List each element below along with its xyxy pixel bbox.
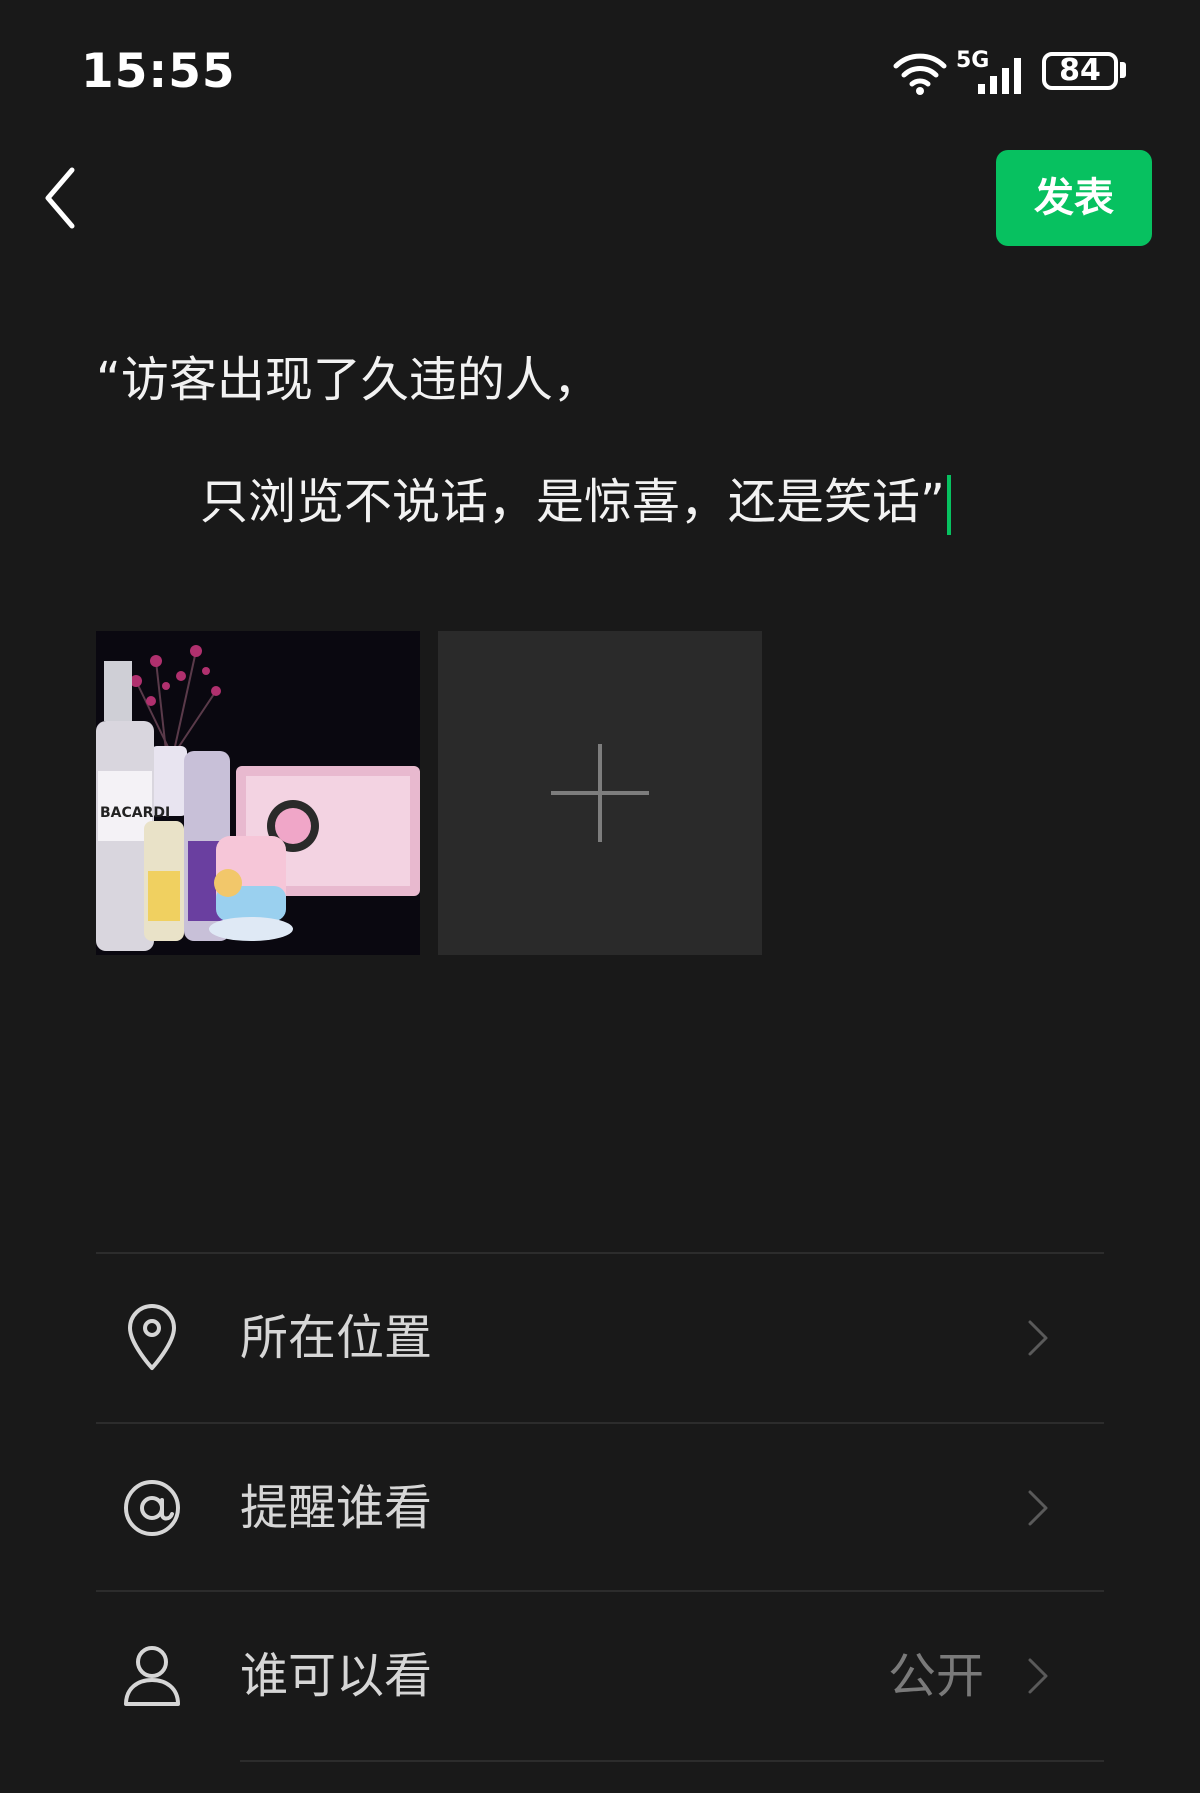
battery-tip [1120, 62, 1126, 78]
wifi-icon [893, 53, 947, 95]
option-label: 所在位置 [240, 1310, 433, 1366]
chevron-left-icon [45, 167, 75, 229]
publish-button[interactable]: 发表 [996, 150, 1152, 246]
chevron-right-icon [1028, 1658, 1048, 1694]
option-visibility[interactable]: 谁可以看 公开 [96, 1592, 1104, 1760]
option-label: 谁可以看 [240, 1648, 433, 1704]
bottle-label: BACARDI [100, 805, 170, 821]
at-sign-icon [124, 1480, 180, 1536]
post-text-line: 只浏览不说话，是惊喜，还是笑话” [200, 474, 945, 530]
status-time: 15:55 [81, 44, 236, 99]
chevron-right-icon [1028, 1490, 1048, 1526]
post-text-line-wrap: 只浏览不说话，是惊喜，还是笑话” [200, 462, 951, 535]
post-text-line: “访客出现了久违的人， [96, 352, 601, 408]
chevron-right-icon [1028, 1320, 1048, 1356]
photo-thumbnail-image: BACARDI [96, 631, 420, 955]
option-location[interactable]: 所在位置 [96, 1254, 1104, 1422]
photo-thumbnail[interactable]: BACARDI [96, 631, 420, 955]
text-cursor [946, 475, 951, 535]
person-icon [124, 1646, 180, 1706]
option-value: 公开 [887, 1648, 984, 1704]
back-button[interactable] [32, 160, 88, 236]
location-pin-icon [128, 1304, 176, 1370]
option-label: 提醒谁看 [240, 1480, 433, 1536]
option-mention[interactable]: 提醒谁看 [96, 1424, 1104, 1592]
battery-icon: 84 [1042, 52, 1118, 90]
cellular-signal-icon [978, 58, 1021, 94]
status-icons: 5G 84 [892, 48, 1132, 100]
add-photo-button[interactable] [438, 631, 762, 955]
divider [240, 1760, 1104, 1762]
